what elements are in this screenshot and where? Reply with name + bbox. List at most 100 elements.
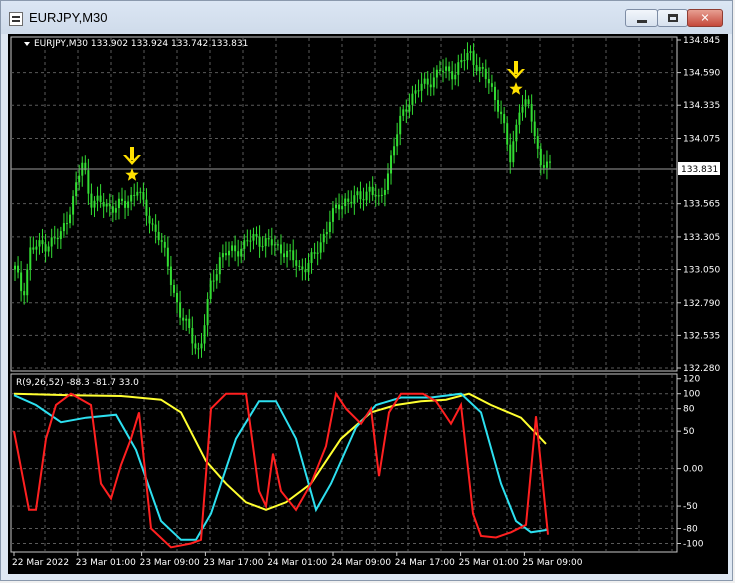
candle-body — [90, 193, 93, 208]
candle-body — [191, 327, 194, 344]
candle-body — [371, 186, 374, 196]
candle-body — [530, 104, 533, 122]
candle-body — [267, 238, 270, 240]
candle-body — [509, 144, 512, 163]
indicator-pane[interactable]: R(9,26,52) -88.3 -81.7 33.0 — [10, 373, 678, 553]
candle-body — [188, 318, 191, 328]
candle-body — [151, 223, 154, 225]
candle-body — [484, 68, 487, 80]
price-tick-label: 134.075 — [683, 134, 720, 144]
candle-body — [549, 161, 551, 163]
candle-body — [497, 100, 500, 112]
close-button[interactable]: ✕ — [687, 9, 723, 27]
candle-body — [463, 60, 466, 62]
candle-body — [423, 78, 426, 84]
candle-body — [539, 148, 542, 166]
chart-canvas[interactable]: EURJPY,M30 133.902 133.924 133.742 133.8… — [8, 34, 728, 574]
current-price-text: 133.831 — [681, 165, 718, 175]
candle-body — [304, 269, 307, 273]
candle-body — [362, 199, 365, 201]
candle-body — [65, 223, 68, 225]
candle-body — [445, 66, 448, 71]
candle-body — [243, 240, 246, 249]
candle-body — [316, 252, 319, 254]
candle-body — [408, 104, 411, 112]
candle-body — [328, 221, 331, 233]
candle-body — [209, 280, 212, 300]
price-tick-label: 133.050 — [683, 266, 720, 276]
price-tick-label: 132.790 — [683, 299, 720, 309]
candle-body — [383, 189, 386, 195]
chart-area[interactable]: EURJPY,M30 133.902 133.924 133.742 133.8… — [8, 34, 728, 574]
candle-body — [203, 325, 206, 344]
price-tick-label: 134.590 — [683, 69, 720, 79]
candle-body — [130, 194, 133, 202]
candle-body — [53, 237, 56, 239]
candle-body — [307, 263, 310, 273]
candle-body — [221, 253, 224, 258]
candle-body — [157, 231, 160, 241]
price-tick-label: 133.565 — [683, 200, 720, 210]
indicator-header: R(9,26,52) -88.3 -81.7 33.0 — [16, 378, 139, 388]
price-pane[interactable]: EURJPY,M30 133.902 133.924 133.742 133.8… — [10, 36, 678, 372]
candle-body — [154, 224, 157, 232]
title-bar[interactable]: EURJPY,M30 ✕ — [1, 1, 732, 34]
candle-body — [429, 84, 432, 88]
candle-body — [420, 83, 423, 91]
candle-body — [127, 201, 130, 208]
time-tick-label: 23 Mar 09:00 — [140, 558, 200, 568]
candle-body — [503, 114, 506, 124]
candle-body — [289, 250, 292, 252]
candle-body — [380, 194, 383, 196]
candle-body — [472, 51, 475, 66]
time-tick-label: 23 Mar 01:00 — [76, 558, 136, 568]
candle-body — [432, 77, 435, 88]
time-tick-label: 25 Mar 01:00 — [459, 558, 519, 568]
candle-body — [442, 70, 444, 72]
candle-body — [62, 223, 65, 232]
minimize-icon — [637, 20, 647, 23]
candle-body — [319, 242, 322, 253]
candle-body — [322, 234, 325, 243]
candle-body — [47, 246, 50, 252]
candle-body — [469, 51, 472, 53]
candle-body — [23, 291, 26, 296]
maximize-button[interactable] — [657, 9, 688, 27]
candle-body — [117, 198, 120, 209]
candle-body — [20, 272, 23, 292]
candle-body — [438, 69, 441, 71]
candle-body — [163, 241, 166, 248]
candle-body — [166, 247, 169, 267]
candle-body — [414, 90, 417, 94]
candle-body — [240, 248, 243, 257]
candle-body — [347, 198, 350, 202]
candle-body — [93, 200, 96, 208]
candle-body — [228, 250, 230, 256]
time-tick-label: 25 Mar 09:00 — [522, 558, 582, 568]
candle-body — [237, 251, 240, 257]
candle-body — [545, 161, 548, 168]
candle-body — [87, 170, 90, 194]
candle-body — [338, 204, 341, 210]
candle-body — [341, 206, 344, 210]
candle-body — [276, 244, 279, 246]
candle-body — [393, 146, 396, 156]
candle-body — [279, 244, 282, 254]
candle-body — [234, 245, 237, 252]
candle-body — [41, 240, 44, 245]
candle-body — [402, 109, 405, 116]
candle-body — [411, 93, 414, 105]
candle-body — [377, 195, 380, 197]
candle-body — [353, 195, 356, 204]
candle-body — [356, 191, 359, 196]
candle-body — [515, 124, 518, 142]
candle-body — [301, 266, 304, 270]
candle-body — [99, 195, 102, 202]
candle-body — [506, 123, 509, 145]
candle-body — [172, 285, 175, 293]
candle-body — [466, 52, 469, 61]
minimize-button[interactable] — [625, 9, 658, 27]
candle-body — [111, 206, 114, 213]
symbol-header: EURJPY,M30 133.902 133.924 133.742 133.8… — [34, 39, 248, 49]
candle-body — [212, 280, 215, 282]
